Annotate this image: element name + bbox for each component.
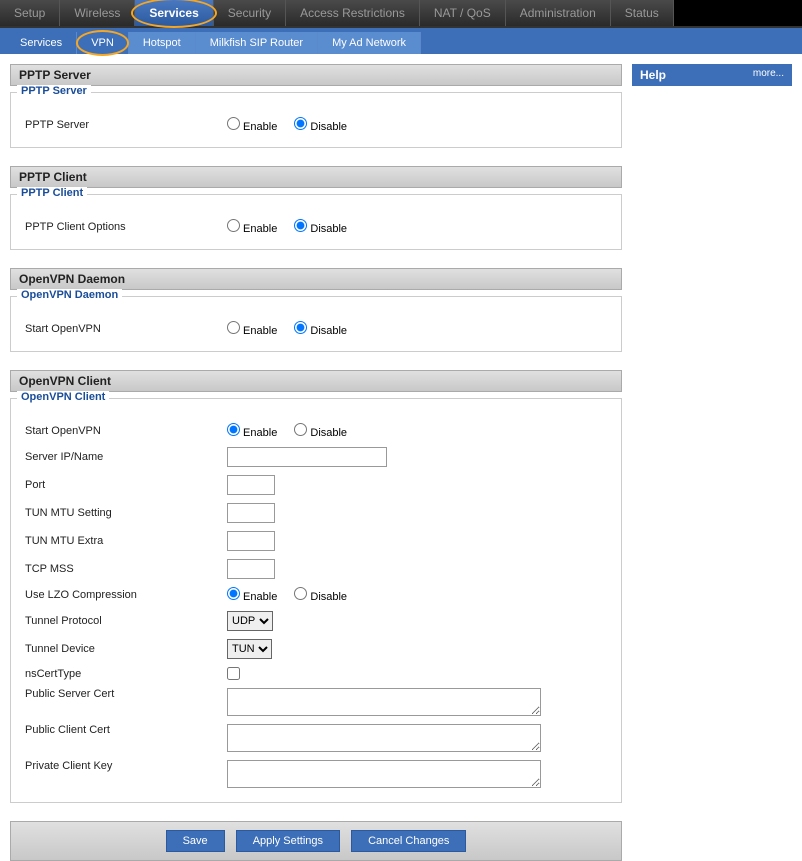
lzo-radio-disable[interactable] [294, 587, 307, 600]
top-tab-access-restrictions[interactable]: Access Restrictions [286, 0, 420, 26]
help-box: Help more... [632, 64, 792, 86]
ovpn-client-header: OpenVPN Client [10, 370, 622, 392]
sub-tab-milkfish-sip-router[interactable]: Milkfish SIP Router [196, 32, 318, 54]
pptp-server-fieldset: PPTP Server PPTP Server Enable Disable [10, 92, 622, 148]
ovpn-start-label: Start OpenVPN [21, 425, 227, 437]
sub-tab-my-ad-network[interactable]: My Ad Network [318, 32, 421, 54]
pubclient-textarea[interactable] [227, 724, 541, 752]
sub-tab-vpn[interactable]: VPN [77, 32, 129, 54]
privkey-textarea[interactable] [227, 760, 541, 788]
pubclient-label: Public Client Cert [21, 724, 227, 736]
privkey-label: Private Client Key [21, 760, 227, 772]
mtuextra-label: TUN MTU Extra [21, 535, 227, 547]
pptp-server-header: PPTP Server [10, 64, 622, 86]
mtu-label: TUN MTU Setting [21, 507, 227, 519]
tcpmss-input[interactable] [227, 559, 275, 579]
pptp-server-radio[interactable]: Enable Disable [227, 117, 361, 133]
proto-label: Tunnel Protocol [21, 615, 227, 627]
save-button[interactable]: Save [166, 830, 225, 852]
pptp-server-label: PPTP Server [21, 119, 227, 131]
ovpn-daemon-legend: OpenVPN Daemon [17, 289, 122, 301]
cancel-button[interactable]: Cancel Changes [351, 830, 466, 852]
pptp-client-label: PPTP Client Options [21, 221, 227, 233]
lzo-radio[interactable]: Enable Disable [227, 587, 361, 603]
dev-label: Tunnel Device [21, 643, 227, 655]
ovpn-daemon-fieldset: OpenVPN Daemon Start OpenVPN Enable Disa… [10, 296, 622, 352]
ovpn-start-radio[interactable]: Enable Disable [227, 423, 361, 439]
port-label: Port [21, 479, 227, 491]
pptp-client-radio-disable[interactable] [294, 219, 307, 232]
tcpmss-label: TCP MSS [21, 563, 227, 575]
server-ip-label: Server IP/Name [21, 451, 227, 463]
top-tab-nat-qos[interactable]: NAT / QoS [420, 0, 506, 26]
sub-tab-services[interactable]: Services [6, 32, 77, 54]
pubserver-label: Public Server Cert [21, 688, 227, 700]
lzo-radio-enable[interactable] [227, 587, 240, 600]
ovpn-daemon-radio-enable[interactable] [227, 321, 240, 334]
server-ip-input[interactable] [227, 447, 387, 467]
nscert-label: nsCertType [21, 668, 227, 680]
pptp-server-radio-disable[interactable] [294, 117, 307, 130]
pubserver-textarea[interactable] [227, 688, 541, 716]
mtu-input[interactable] [227, 503, 275, 523]
ovpn-daemon-radio-disable[interactable] [294, 321, 307, 334]
lzo-label: Use LZO Compression [21, 589, 227, 601]
help-more-link[interactable]: more... [753, 68, 784, 82]
top-tab-status[interactable]: Status [611, 0, 674, 26]
ovpn-client-fieldset: OpenVPN Client Start OpenVPN Enable Disa… [10, 398, 622, 803]
top-tab-administration[interactable]: Administration [506, 0, 611, 26]
ovpn-start-radio-disable[interactable] [294, 423, 307, 436]
pptp-client-radio-enable[interactable] [227, 219, 240, 232]
pptp-server-radio-enable[interactable] [227, 117, 240, 130]
pptp-client-fieldset: PPTP Client PPTP Client Options Enable D… [10, 194, 622, 250]
port-input[interactable] [227, 475, 275, 495]
apply-button[interactable]: Apply Settings [236, 830, 340, 852]
ovpn-daemon-label: Start OpenVPN [21, 323, 227, 335]
mtuextra-input[interactable] [227, 531, 275, 551]
proto-select[interactable]: UDPTCP [227, 611, 273, 631]
top-tab-setup[interactable]: Setup [0, 0, 60, 26]
ovpn-daemon-header: OpenVPN Daemon [10, 268, 622, 290]
sub-tabs: ServicesVPNHotspotMilkfish SIP RouterMy … [0, 28, 802, 54]
dev-select[interactable]: TUNTAP [227, 639, 272, 659]
top-tab-wireless[interactable]: Wireless [60, 0, 135, 26]
button-bar: Save Apply Settings Cancel Changes [10, 821, 622, 861]
top-tabs: SetupWirelessServicesSecurityAccess Rest… [0, 0, 802, 28]
ovpn-start-radio-enable[interactable] [227, 423, 240, 436]
sub-tab-hotspot[interactable]: Hotspot [129, 32, 196, 54]
ovpn-client-legend: OpenVPN Client [17, 391, 109, 403]
pptp-client-radio[interactable]: Enable Disable [227, 219, 361, 235]
top-tab-services[interactable]: Services [135, 0, 213, 26]
pptp-server-legend: PPTP Server [17, 85, 91, 97]
nscert-checkbox[interactable] [227, 667, 240, 680]
ovpn-daemon-radio[interactable]: Enable Disable [227, 321, 361, 337]
help-title: Help [640, 68, 666, 82]
pptp-client-header: PPTP Client [10, 166, 622, 188]
pptp-client-legend: PPTP Client [17, 187, 87, 199]
top-tab-security[interactable]: Security [214, 0, 286, 26]
